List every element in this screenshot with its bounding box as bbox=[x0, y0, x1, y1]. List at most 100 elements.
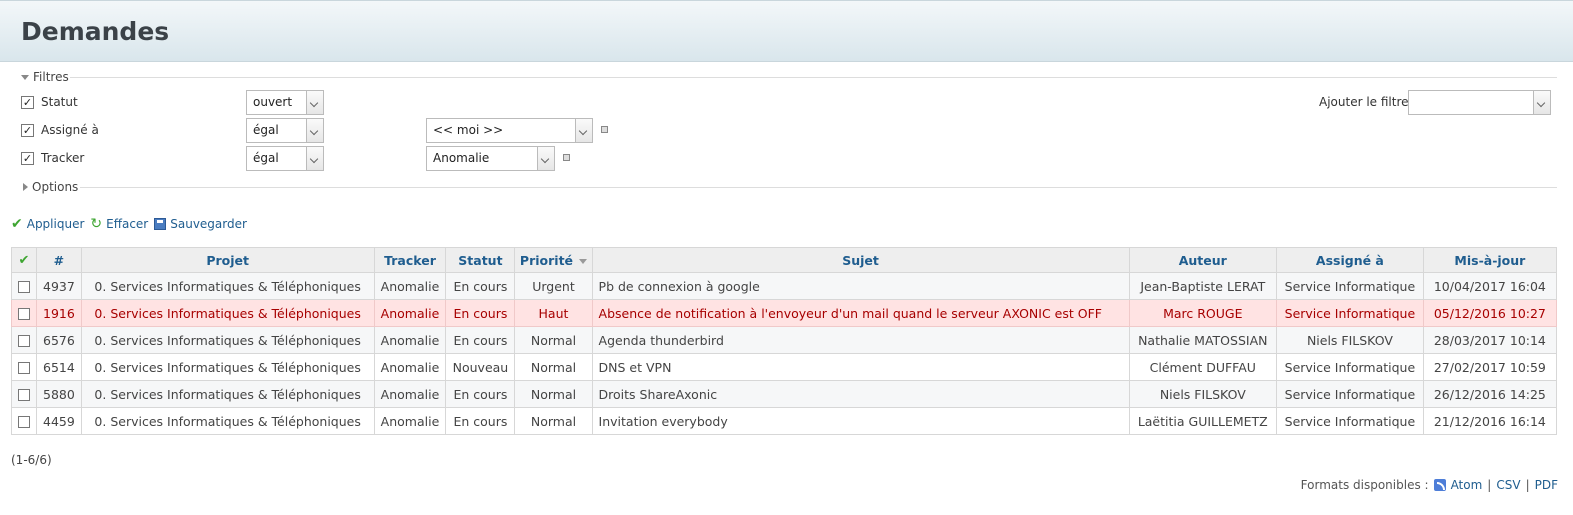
chevron-down-icon bbox=[1533, 91, 1550, 114]
filter-assignee-checkbox[interactable]: ✓ bbox=[21, 124, 34, 137]
issue-author[interactable]: Jean-Baptiste LERAT bbox=[1128, 272, 1278, 300]
issue-id-link[interactable]: 5880 bbox=[36, 380, 82, 408]
issue-assignee[interactable]: Service Informatique bbox=[1276, 353, 1424, 381]
issue-subject-link[interactable]: Droits ShareAxonic bbox=[591, 380, 1130, 408]
filter-statut-checkbox[interactable]: ✓ bbox=[21, 96, 34, 109]
issue-assignee[interactable]: Niels FILSKOV bbox=[1276, 326, 1424, 354]
column-header-updated[interactable]: Mis-à-jour bbox=[1422, 247, 1558, 273]
issue-priority: Normal bbox=[514, 326, 593, 354]
filter-assignee-operator-select[interactable]: égal bbox=[246, 118, 324, 143]
filter-assignee-label: Assigné à bbox=[41, 123, 99, 137]
issue-updated: 10/04/2017 16:04 bbox=[1422, 272, 1558, 300]
column-header-priority[interactable]: Priorité bbox=[514, 247, 593, 273]
table-row[interactable]: 6576 0. Services Informatiques & Télépho… bbox=[11, 326, 1558, 354]
separator: | bbox=[1525, 478, 1530, 492]
table-row[interactable]: 4459 0. Services Informatiques & Télépho… bbox=[11, 407, 1558, 435]
issue-tracker: Anomalie bbox=[373, 272, 447, 300]
apply-button[interactable]: ✔ Appliquer bbox=[11, 216, 84, 232]
issue-status: En cours bbox=[445, 407, 516, 435]
issue-subject-link[interactable]: Absence de notification à l'envoyeur d'u… bbox=[591, 299, 1130, 327]
table-header: ✔ # Projet Tracker Statut Priorité Sujet… bbox=[11, 247, 1558, 273]
filter-assignee-value-select[interactable]: << moi >> bbox=[426, 118, 593, 143]
table-row[interactable]: 1916 0. Services Informatiques & Télépho… bbox=[11, 299, 1558, 327]
select-all-toggle[interactable]: ✔ bbox=[11, 247, 37, 273]
filter-statut-operator-select[interactable]: ouvert bbox=[246, 90, 324, 115]
issue-author[interactable]: Clément DUFFAU bbox=[1128, 353, 1278, 381]
issue-id-link[interactable]: 6576 bbox=[36, 326, 82, 354]
row-checkbox[interactable] bbox=[18, 362, 30, 374]
issue-priority: Normal bbox=[514, 353, 593, 381]
table-row[interactable]: 4937 0. Services Informatiques & Télépho… bbox=[11, 272, 1558, 300]
issue-project[interactable]: 0. Services Informatiques & Téléphonique… bbox=[80, 407, 375, 435]
add-filter-label: Ajouter le filtre bbox=[1319, 95, 1409, 109]
issue-project[interactable]: 0. Services Informatiques & Téléphonique… bbox=[80, 326, 375, 354]
query-actions: ✔ Appliquer ↻ Effacer Sauvegarder bbox=[11, 216, 253, 232]
issue-priority: Normal bbox=[514, 380, 593, 408]
issue-project[interactable]: 0. Services Informatiques & Téléphonique… bbox=[80, 272, 375, 300]
issue-author[interactable]: Nathalie MATOSSIAN bbox=[1128, 326, 1278, 354]
pagination-info: (1-6/6) bbox=[11, 453, 52, 467]
issue-id-link[interactable]: 4937 bbox=[36, 272, 82, 300]
page-title: Demandes bbox=[21, 17, 170, 46]
issue-priority: Urgent bbox=[514, 272, 593, 300]
column-header-assignee[interactable]: Assigné à bbox=[1276, 247, 1424, 273]
table-row[interactable]: 6514 0. Services Informatiques & Télépho… bbox=[11, 353, 1558, 381]
issue-project[interactable]: 0. Services Informatiques & Téléphonique… bbox=[80, 380, 375, 408]
row-checkbox[interactable] bbox=[18, 308, 30, 320]
issue-subject-link[interactable]: Pb de connexion à google bbox=[591, 272, 1130, 300]
issue-assignee[interactable]: Service Informatique bbox=[1276, 380, 1424, 408]
issue-author[interactable]: Marc ROUGE bbox=[1128, 299, 1278, 327]
page-header: Demandes bbox=[0, 0, 1573, 62]
add-filter-select[interactable] bbox=[1408, 90, 1551, 115]
column-header-id[interactable]: # bbox=[36, 247, 82, 273]
filters-legend[interactable]: Filtres bbox=[21, 70, 69, 84]
issue-author[interactable]: Laëtitia GUILLEMETZ bbox=[1128, 407, 1278, 435]
clear-button[interactable]: ↻ Effacer bbox=[90, 216, 148, 232]
issue-subject-link[interactable]: Invitation everybody bbox=[591, 407, 1130, 435]
export-pdf-link[interactable]: PDF bbox=[1535, 478, 1558, 492]
column-header-project[interactable]: Projet bbox=[80, 247, 375, 273]
column-header-subject[interactable]: Sujet bbox=[591, 247, 1130, 273]
rss-feed-icon bbox=[1433, 479, 1446, 491]
formats-label: Formats disponibles : bbox=[1300, 478, 1429, 492]
export-formats: Formats disponibles : Atom | CSV | PDF bbox=[1301, 478, 1558, 492]
toggle-multiselect-icon[interactable] bbox=[601, 126, 608, 133]
reload-icon: ↻ bbox=[90, 216, 103, 232]
column-header-status[interactable]: Statut bbox=[445, 247, 516, 273]
issue-status: En cours bbox=[445, 272, 516, 300]
issue-subject-link[interactable]: Agenda thunderbird bbox=[591, 326, 1130, 354]
issue-id-link[interactable]: 6514 bbox=[36, 353, 82, 381]
row-checkbox[interactable] bbox=[18, 335, 30, 347]
row-checkbox[interactable] bbox=[18, 389, 30, 401]
filter-tracker-operator-select[interactable]: égal bbox=[246, 146, 324, 171]
issue-tracker: Anomalie bbox=[373, 407, 447, 435]
issue-assignee[interactable]: Service Informatique bbox=[1276, 299, 1424, 327]
issues-table: ✔ # Projet Tracker Statut Priorité Sujet… bbox=[11, 247, 1558, 435]
expand-icon bbox=[23, 183, 28, 191]
export-csv-link[interactable]: CSV bbox=[1496, 478, 1520, 492]
save-button[interactable]: Sauvegarder bbox=[154, 217, 247, 231]
issue-project[interactable]: 0. Services Informatiques & Téléphonique… bbox=[80, 299, 375, 327]
export-atom-link[interactable]: Atom bbox=[1451, 478, 1483, 492]
checkmark-icon: ✔ bbox=[11, 216, 23, 232]
issue-id-link[interactable]: 1916 bbox=[36, 299, 82, 327]
filter-tracker-value-select[interactable]: Anomalie bbox=[426, 146, 555, 171]
issue-project[interactable]: 0. Services Informatiques & Téléphonique… bbox=[80, 353, 375, 381]
issue-assignee[interactable]: Service Informatique bbox=[1276, 272, 1424, 300]
filter-tracker-checkbox[interactable]: ✓ bbox=[21, 152, 34, 165]
options-divider bbox=[80, 187, 1557, 188]
sort-desc-icon bbox=[579, 258, 588, 264]
table-row[interactable]: 5880 0. Services Informatiques & Télépho… bbox=[11, 380, 1558, 408]
column-header-author[interactable]: Auteur bbox=[1128, 247, 1278, 273]
issue-updated: 28/03/2017 10:14 bbox=[1422, 326, 1558, 354]
toggle-multiselect-icon[interactable] bbox=[563, 154, 570, 161]
options-legend[interactable]: Options bbox=[23, 180, 78, 194]
issue-tracker: Anomalie bbox=[373, 326, 447, 354]
issue-author[interactable]: Niels FILSKOV bbox=[1128, 380, 1278, 408]
column-header-tracker[interactable]: Tracker bbox=[373, 247, 447, 273]
issue-subject-link[interactable]: DNS et VPN bbox=[591, 353, 1130, 381]
row-checkbox[interactable] bbox=[18, 416, 30, 428]
issue-id-link[interactable]: 4459 bbox=[36, 407, 82, 435]
issue-assignee[interactable]: Service Informatique bbox=[1276, 407, 1424, 435]
row-checkbox[interactable] bbox=[18, 281, 30, 293]
